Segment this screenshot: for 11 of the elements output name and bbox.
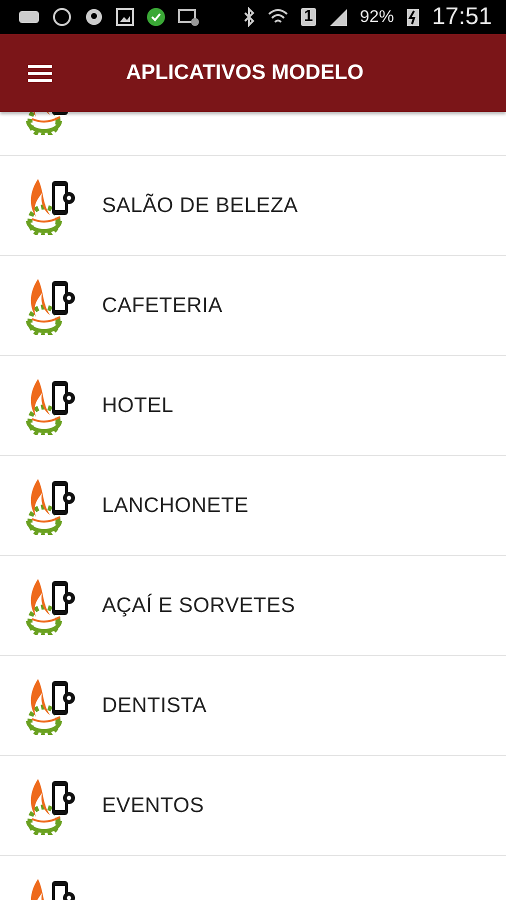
clock: 17:51 — [432, 3, 492, 31]
screen-icon — [178, 8, 200, 26]
battery-percentage: 92% — [360, 7, 394, 27]
sim-slot-indicator: 1 — [301, 8, 316, 26]
signal-icon — [328, 7, 348, 27]
menu-icon[interactable] — [28, 64, 52, 82]
battery-charging-icon — [406, 7, 420, 27]
app-title: APLICATIVOS MODELO — [126, 61, 364, 85]
bluetooth-icon — [243, 7, 255, 27]
check-icon — [146, 7, 166, 27]
image-icon — [116, 8, 134, 26]
